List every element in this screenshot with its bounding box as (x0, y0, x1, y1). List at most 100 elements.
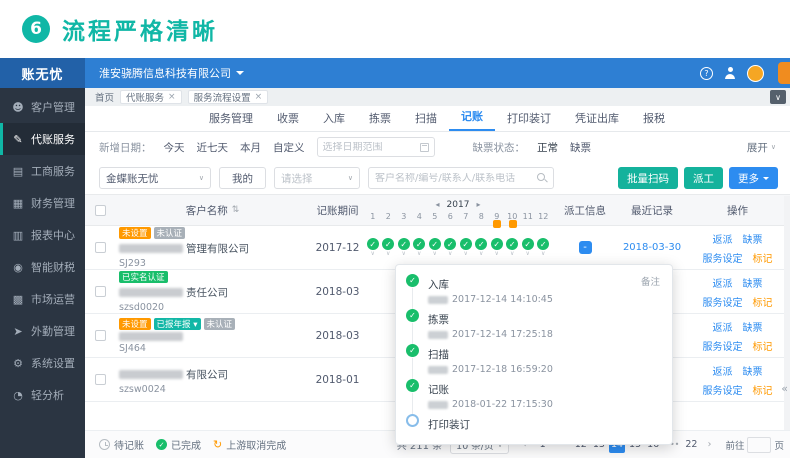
month-number[interactable]: 4 (412, 212, 428, 221)
month-expand-icon[interactable]: ∨ (371, 251, 375, 257)
dispatch-button[interactable]: 派工 (684, 167, 723, 189)
account-book-select[interactable]: 金蝶账无忧 ∨ (99, 167, 211, 189)
month-number[interactable]: 5 (427, 212, 443, 221)
sidebar-item[interactable]: ➤ 外勤管理 (0, 315, 85, 347)
more-button[interactable]: 更多 (729, 167, 778, 189)
sidebar-item[interactable]: ◔ 轻分析 (0, 379, 85, 411)
sidebar-item[interactable]: ▩ 市场运营 (0, 283, 85, 315)
month-expand-icon[interactable]: ∨ (526, 251, 530, 257)
collapse-panel-icon[interactable]: « (781, 382, 788, 395)
month-number[interactable]: 7 (458, 212, 474, 221)
date-range-input[interactable] (322, 141, 416, 153)
help-icon[interactable]: ? (700, 66, 713, 80)
date-option-custom[interactable]: 自定义 (273, 140, 305, 155)
month-number[interactable]: 1 (365, 212, 381, 221)
year-next-icon[interactable]: ▸ (476, 200, 480, 209)
action-return-dispatch[interactable]: 返派 (713, 275, 733, 290)
missing-option-missing[interactable]: 缺票 (570, 140, 591, 155)
module-tab[interactable]: 打印装订 (495, 107, 563, 131)
module-tab[interactable]: 记账 (449, 105, 495, 131)
action-missing-ticket[interactable]: 缺票 (743, 275, 763, 290)
search-icon[interactable] (537, 173, 547, 183)
action-missing-ticket[interactable]: 缺票 (743, 231, 763, 246)
floating-tab[interactable] (778, 62, 790, 84)
customer-name[interactable]: 管理有限公司 (119, 241, 249, 256)
select-all-checkbox[interactable] (94, 204, 106, 216)
batch-scan-button[interactable]: 批量扫码 (618, 167, 678, 189)
action-missing-ticket[interactable]: 缺票 (743, 363, 763, 378)
action-mark[interactable]: 标记 (753, 294, 773, 309)
breadcrumb-tab-process-settings[interactable]: 服务流程设置 × (187, 90, 269, 104)
month-expand-icon[interactable]: ∨ (402, 251, 406, 257)
month-number[interactable]: 12 (536, 212, 552, 221)
date-option-this-month[interactable]: 本月 (240, 140, 261, 155)
app-logo[interactable]: 账无忧 (0, 58, 85, 88)
company-selector[interactable]: 淮安骁腾信息科技有限公司 (99, 65, 244, 81)
mine-button[interactable]: 我的 (219, 167, 266, 189)
action-missing-ticket[interactable]: 缺票 (743, 319, 763, 334)
expand-filters-link[interactable]: 展开 ∨ (747, 140, 782, 155)
action-service-setting[interactable]: 服务设定 (703, 250, 743, 265)
sidebar-item[interactable]: ☻ 客户管理 (0, 91, 85, 123)
module-tab[interactable]: 拣票 (357, 107, 403, 131)
year-prev-icon[interactable]: ◂ (436, 200, 440, 209)
sidebar-item[interactable]: ▥ 报表中心 (0, 219, 85, 251)
module-tab[interactable]: 报税 (631, 107, 677, 131)
page-goto-input[interactable] (747, 436, 772, 453)
customer-name[interactable]: 有限公司 (119, 367, 228, 382)
month-number[interactable]: 11 (520, 212, 536, 221)
breadcrumb-tab-bookkeeping[interactable]: 代账服务 × (120, 90, 182, 104)
date-option-today[interactable]: 今天 (164, 140, 185, 155)
row-checkbox[interactable] (94, 374, 106, 385)
action-mark[interactable]: 标记 (753, 338, 773, 353)
sort-icon[interactable]: ⇅ (232, 205, 240, 215)
module-tab[interactable]: 服务管理 (197, 107, 265, 131)
action-service-setting[interactable]: 服务设定 (703, 294, 743, 309)
recent-record-link[interactable]: 2018-03-30 (623, 242, 681, 253)
filter-select[interactable]: 请选择 ∨ (274, 167, 360, 189)
month-expand-icon[interactable]: ∨ (510, 251, 514, 257)
tabs-menu-button[interactable]: ∨ (770, 90, 786, 104)
action-return-dispatch[interactable]: 返派 (713, 319, 733, 334)
search-input[interactable] (375, 172, 533, 184)
month-expand-icon[interactable]: ∨ (386, 251, 390, 257)
module-tab[interactable]: 收票 (265, 107, 311, 131)
month-expand-icon[interactable]: ∨ (464, 251, 468, 257)
month-number[interactable]: 8 (474, 212, 490, 221)
sidebar-item[interactable]: ▤ 工商服务 (0, 155, 85, 187)
sidebar-item[interactable]: ✎ 代账服务 (0, 123, 85, 155)
sidebar-item[interactable]: ◉ 智能财税 (0, 251, 85, 283)
row-checkbox[interactable] (94, 242, 106, 253)
action-mark[interactable]: 标记 (753, 250, 773, 265)
month-number[interactable]: 3 (396, 212, 412, 221)
month-expand-icon[interactable]: ∨ (433, 251, 437, 257)
month-number[interactable]: 2 (381, 212, 397, 221)
module-tab[interactable]: 凭证出库 (563, 107, 631, 131)
row-checkbox[interactable] (94, 330, 106, 341)
month-number[interactable]: 6 (443, 212, 459, 221)
action-service-setting[interactable]: 服务设定 (703, 382, 743, 397)
breadcrumb-home[interactable]: 首页 (95, 90, 114, 104)
missing-option-normal[interactable]: 正常 (537, 140, 558, 155)
sidebar-item[interactable]: ⚙ 系统设置 (0, 347, 85, 379)
action-return-dispatch[interactable]: 返派 (713, 231, 733, 246)
pagination-page[interactable]: 22 (683, 437, 699, 453)
customer-name[interactable]: 责任公司 (119, 285, 228, 300)
date-option-last7days[interactable]: 近七天 (197, 140, 229, 155)
user-icon[interactable] (723, 66, 737, 80)
dispatch-badge[interactable]: - (578, 241, 592, 254)
month-expand-icon[interactable]: ∨ (495, 251, 499, 257)
action-mark[interactable]: 标记 (753, 382, 773, 397)
customer-name[interactable] (119, 331, 186, 341)
month-expand-icon[interactable]: ∨ (448, 251, 452, 257)
module-tab[interactable]: 入库 (311, 107, 357, 131)
action-return-dispatch[interactable]: 返派 (713, 363, 733, 378)
month-expand-icon[interactable]: ∨ (479, 251, 483, 257)
next-page-icon[interactable]: › (701, 437, 717, 453)
month-expand-icon[interactable]: ∨ (541, 251, 545, 257)
sidebar-item[interactable]: ▦ 财务管理 (0, 187, 85, 219)
row-checkbox[interactable] (94, 286, 106, 297)
avatar[interactable] (747, 64, 764, 82)
action-service-setting[interactable]: 服务设定 (703, 338, 743, 353)
module-tab[interactable]: 扫描 (403, 107, 449, 131)
